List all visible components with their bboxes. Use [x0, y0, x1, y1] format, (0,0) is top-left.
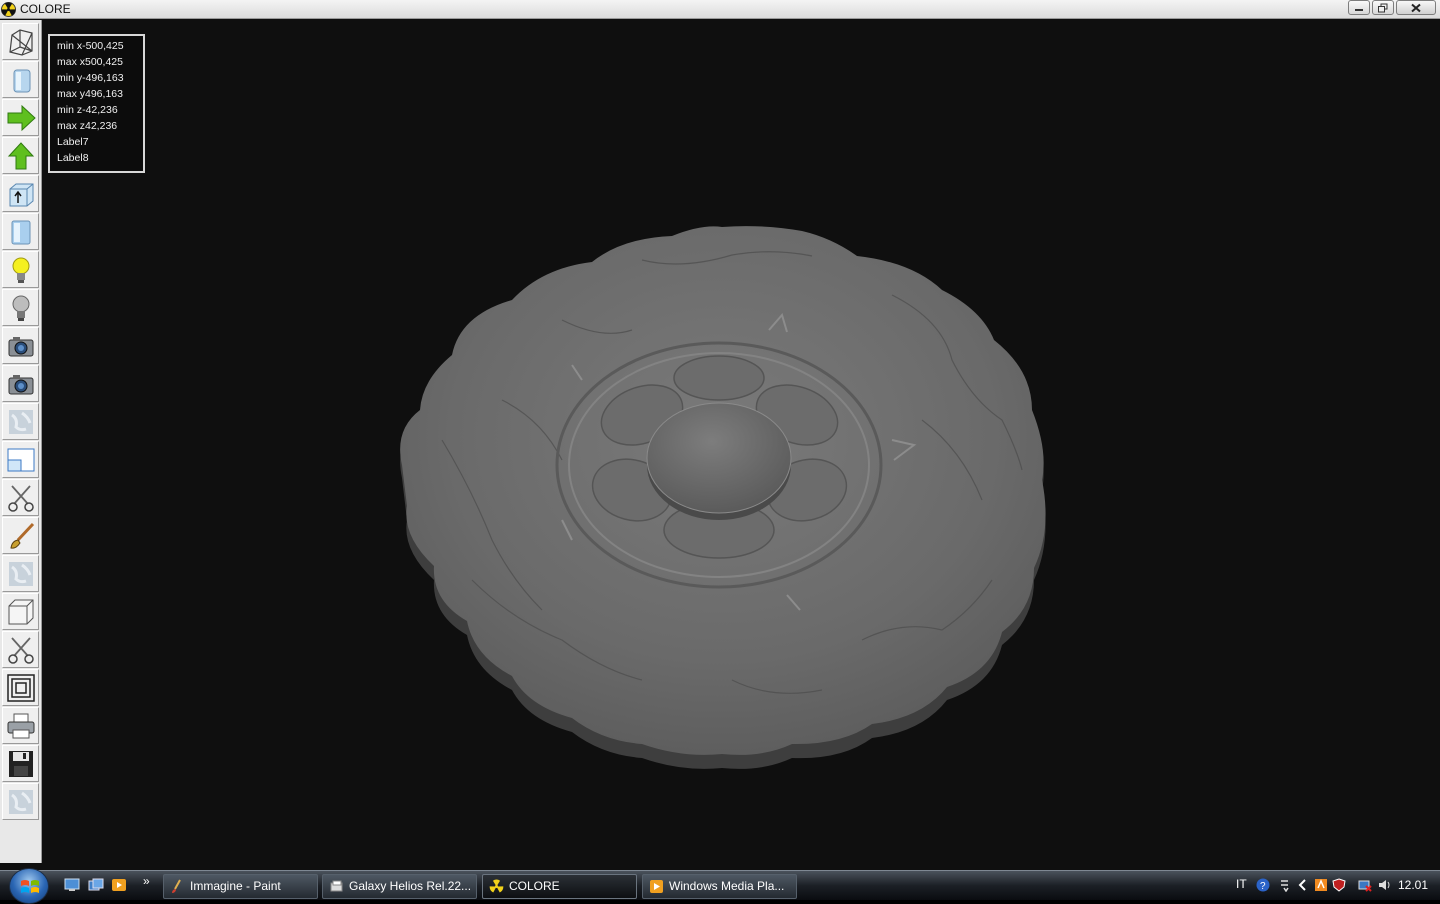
camera-icon	[8, 337, 34, 357]
texture-icon	[9, 410, 33, 434]
close-icon	[1411, 3, 1421, 12]
marble-rosette-model	[400, 226, 1046, 769]
firewall-icon[interactable]	[1314, 878, 1328, 892]
arrow-up-button[interactable]	[2, 137, 39, 174]
taskbar-button-paint[interactable]: Immagine - Paint	[163, 874, 318, 899]
svg-text:?: ?	[1260, 881, 1266, 892]
taskbar: » Immagine - Paint Galaxy Helios Rel.22.…	[0, 868, 1440, 904]
wireframe-button[interactable]	[2, 23, 39, 60]
taskbar-button-galaxy-helios[interactable]: Galaxy Helios Rel.22...	[322, 874, 477, 899]
window-title: COLORE	[20, 2, 71, 16]
radiation-icon	[489, 879, 504, 893]
texture-button-2[interactable]	[2, 555, 39, 592]
network-status-icon[interactable]	[1358, 878, 1372, 892]
texture-button-1[interactable]	[2, 403, 39, 440]
language-indicator[interactable]: IT	[1236, 877, 1247, 891]
3d-viewport[interactable]	[42, 20, 1440, 870]
texture-icon	[9, 790, 33, 814]
light-on-icon	[12, 257, 30, 283]
max-y-label: max y496,163	[57, 88, 123, 100]
window-icon	[7, 448, 35, 472]
camera-button[interactable]	[2, 327, 39, 364]
light-off-icon	[12, 295, 30, 321]
offset-button[interactable]	[2, 669, 39, 706]
close-button[interactable]	[1396, 0, 1436, 15]
extrude-button[interactable]	[2, 175, 39, 212]
arrow-up-icon	[7, 142, 35, 170]
switch-windows-icon[interactable]	[88, 878, 104, 892]
taskbar-button-colore[interactable]: COLORE	[482, 874, 637, 899]
windows-logo-icon	[21, 880, 39, 893]
radiation-icon	[1, 2, 16, 17]
window-button[interactable]	[2, 441, 39, 478]
scissors-icon	[8, 485, 34, 512]
label7: Label7	[57, 136, 89, 148]
concentric-squares-icon	[7, 674, 35, 702]
restore-button[interactable]	[1372, 0, 1394, 15]
taskbar-button-media-player[interactable]: Windows Media Pla...	[642, 874, 797, 899]
light-on-button[interactable]	[2, 251, 39, 288]
restore-icon	[1378, 3, 1388, 12]
texture-icon	[9, 562, 33, 586]
media-player-icon[interactable]	[111, 878, 127, 892]
scissors-icon	[8, 637, 34, 664]
cube-icon	[8, 599, 34, 625]
window-controls	[1346, 0, 1436, 15]
show-desktop-icon[interactable]	[64, 878, 80, 892]
wireframe-icon	[9, 29, 33, 56]
min-x-label: min x-500,425	[57, 40, 124, 52]
start-button[interactable]	[9, 868, 49, 904]
taskbar-button-label: Windows Media Pla...	[669, 879, 785, 893]
brush-icon	[10, 522, 35, 549]
left-toolbar	[0, 20, 42, 863]
chevron-left-icon[interactable]	[1296, 878, 1310, 892]
paint-icon	[172, 879, 181, 893]
min-z-label: min z-42,236	[57, 104, 118, 116]
save-button[interactable]	[2, 745, 39, 782]
cut-button-2[interactable]	[2, 631, 39, 668]
minimize-button[interactable]	[1348, 0, 1370, 15]
media-player-icon	[650, 880, 663, 893]
solid-view-button[interactable]	[2, 61, 39, 98]
save-icon	[9, 751, 33, 777]
help-icon[interactable]: ?	[1256, 878, 1270, 892]
light-off-button[interactable]	[2, 289, 39, 326]
security-shield-icon[interactable]	[1332, 878, 1346, 892]
cylinder-button[interactable]	[2, 213, 39, 250]
taskbar-button-label: Galaxy Helios Rel.22...	[349, 879, 472, 893]
max-x-label: max x500,425	[57, 56, 123, 68]
bounds-info-panel: min x-500,425 max x500,425 min y-496,163…	[48, 34, 145, 173]
camera-settings-button[interactable]	[2, 365, 39, 402]
arrow-right-button[interactable]	[2, 99, 39, 136]
taskbar-button-label: COLORE	[509, 879, 560, 893]
minimize-icon	[1355, 8, 1363, 11]
max-z-label: max z42,236	[57, 120, 118, 132]
texture-button-3[interactable]	[2, 783, 39, 820]
printer-icon	[7, 713, 35, 739]
label8: Label8	[57, 152, 89, 164]
camera-icon	[8, 375, 34, 395]
cut-button[interactable]	[2, 479, 39, 516]
solid-view-icon	[13, 69, 31, 93]
volume-icon[interactable]	[1378, 878, 1392, 892]
paint-button[interactable]	[2, 517, 39, 554]
min-y-label: min y-496,163	[57, 72, 124, 84]
quick-launch-more[interactable]: »	[143, 874, 150, 888]
network-icon[interactable]	[1278, 878, 1292, 892]
arrow-right-icon	[7, 104, 36, 132]
print-button[interactable]	[2, 707, 39, 744]
box-arrow-icon	[9, 183, 34, 207]
title-bar: COLORE	[0, 0, 1440, 19]
cube-button[interactable]	[2, 593, 39, 630]
taskbar-button-label: Immagine - Paint	[190, 879, 281, 893]
clock[interactable]: 12.01	[1398, 878, 1428, 892]
cylinder-icon	[11, 220, 31, 245]
folder-icon	[330, 880, 343, 892]
